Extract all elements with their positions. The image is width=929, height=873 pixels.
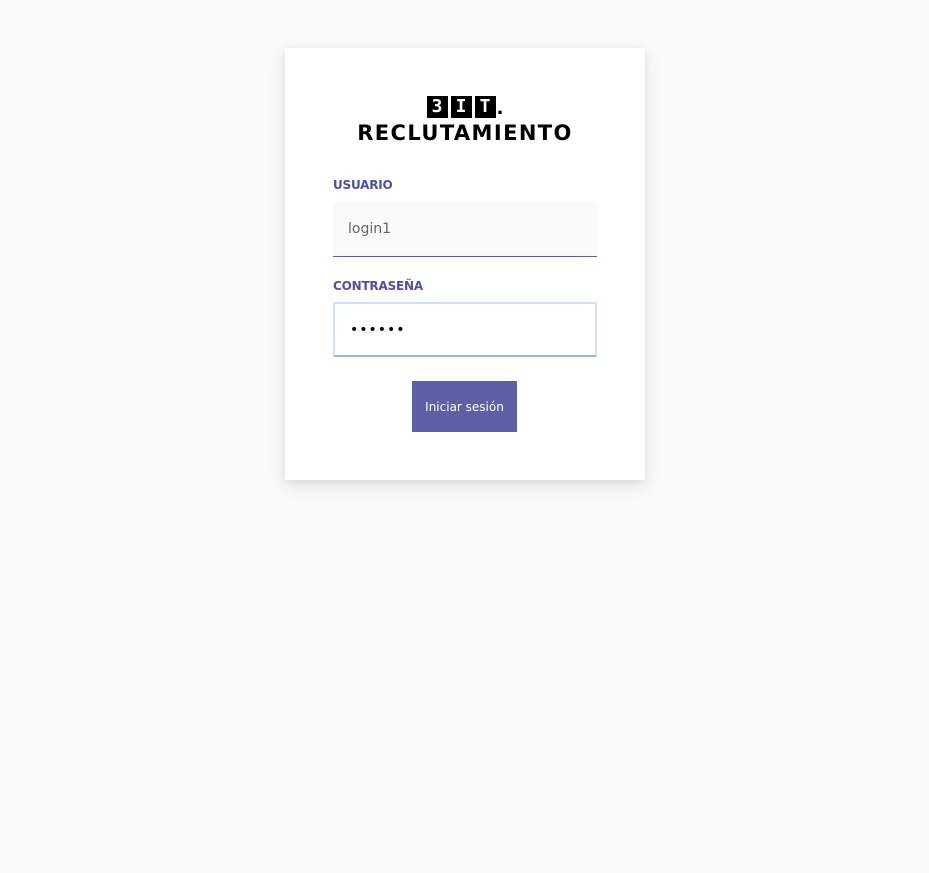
password-label: CONTRASEÑA xyxy=(333,279,423,293)
logo-dot: . xyxy=(496,98,504,119)
password-input[interactable] xyxy=(333,302,597,357)
user-label: USUARIO xyxy=(333,178,393,192)
user-input[interactable] xyxy=(333,202,597,257)
logo-char-i: I xyxy=(450,96,472,118)
logo-char-3: 3 xyxy=(426,96,448,118)
login-button[interactable]: Iniciar sesión xyxy=(412,381,517,432)
logo-char-t: T xyxy=(474,96,496,118)
logo-mark: 3 I T . xyxy=(426,96,504,119)
logo: 3 I T . RECLUTAMIENTO xyxy=(285,96,645,146)
logo-title: RECLUTAMIENTO xyxy=(357,121,573,145)
login-card: 3 I T . RECLUTAMIENTO USUARIO CONTRASEÑA… xyxy=(285,48,645,480)
